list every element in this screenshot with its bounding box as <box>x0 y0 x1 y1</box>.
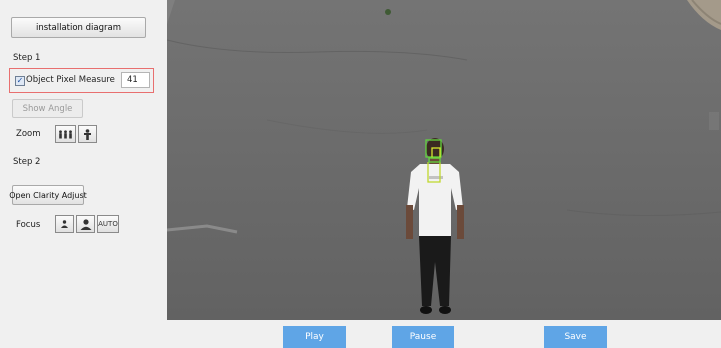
show-angle-button[interactable]: Show Angle <box>12 99 83 118</box>
object-pixel-measure-label: Object Pixel Measure <box>26 75 115 85</box>
left-control-panel: installation diagram Step 1 ✓ Object Pix… <box>0 0 167 348</box>
focus-far-button[interactable] <box>76 215 95 233</box>
road-scene <box>167 0 721 320</box>
play-button[interactable]: Play <box>283 326 346 348</box>
zoom-out-button[interactable] <box>55 125 76 143</box>
pixel-measure-input[interactable]: 41 <box>121 72 150 88</box>
save-button[interactable]: Save <box>544 326 607 348</box>
focus-label: Focus <box>16 220 41 230</box>
small-person-icon <box>61 220 68 228</box>
focus-near-button[interactable] <box>55 215 74 233</box>
zoom-label: Zoom <box>16 129 41 139</box>
step1-label: Step 1 <box>13 53 41 63</box>
installation-diagram-button[interactable]: installation diagram <box>11 17 146 38</box>
open-clarity-adjust-button[interactable]: Open Clarity Adjust <box>9 185 87 205</box>
zoom-out-people-icon <box>59 129 72 138</box>
video-preview[interactable] <box>167 0 721 320</box>
zoom-in-person-icon <box>84 128 91 140</box>
step2-label: Step 2 <box>13 157 41 167</box>
large-person-icon <box>80 218 91 230</box>
zoom-in-button[interactable] <box>78 125 97 143</box>
focus-auto-button[interactable]: AUTO <box>97 215 119 233</box>
object-pixel-measure-checkbox[interactable]: ✓ <box>15 76 25 86</box>
pause-button[interactable]: Pause <box>392 326 454 348</box>
